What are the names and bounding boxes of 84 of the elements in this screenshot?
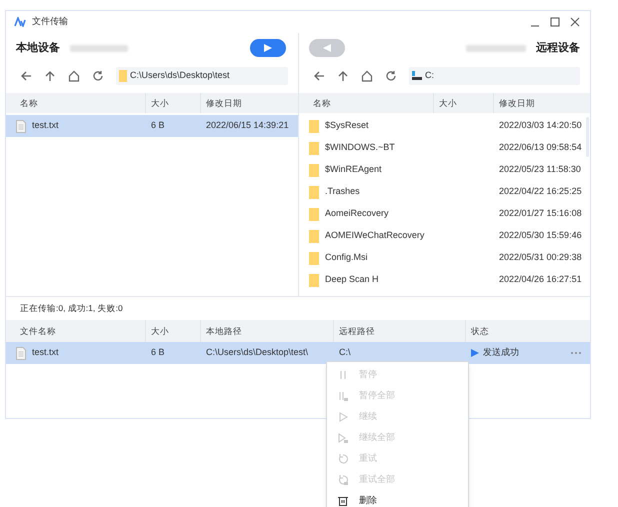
file-row[interactable]: AOMEIWeChatRecovery 2022/05/30 15:59:46 [299, 225, 585, 247]
play-icon [337, 410, 349, 422]
column-header[interactable]: 名称 [299, 93, 434, 113]
device-title: 远程设备 [536, 40, 580, 56]
file-name: Deep Scan H [325, 273, 379, 286]
file-row[interactable]: $SysReset 2022/03/03 14:20:50 [299, 115, 585, 137]
maximize-icon[interactable] [550, 17, 560, 27]
column-header[interactable]: 名称 [6, 93, 146, 113]
modified-date: 2022/05/31 00:29:38 [499, 252, 582, 262]
play-all-icon [337, 432, 349, 444]
file-row[interactable]: $WINDOWS.~BT 2022/06/13 09:58:54 [299, 137, 585, 159]
modified-date: 2022/01/27 15:16:08 [499, 208, 582, 218]
send-button[interactable] [250, 39, 286, 57]
column-header[interactable]: 状态 [466, 320, 590, 342]
menu-item[interactable]: 删除 [327, 490, 468, 507]
column-header[interactable]: 大小 [434, 93, 494, 113]
up-arrow-icon[interactable] [44, 70, 56, 82]
folder-icon [309, 274, 319, 286]
back-arrow-icon[interactable] [20, 70, 32, 82]
folder-icon [309, 208, 319, 220]
transfer-status: 发送成功 [483, 346, 519, 360]
device-title: 本地设备 [16, 40, 60, 56]
modified-date: 2022/05/23 11:58:30 [499, 164, 581, 174]
path-field[interactable]: C: [409, 67, 580, 85]
trash-icon [337, 494, 349, 506]
file-row[interactable]: AomeiRecovery 2022/01/27 15:16:08 [299, 203, 585, 225]
modified-date: 2022/03/03 14:20:50 [499, 120, 582, 130]
column-header[interactable]: 修改日期 [494, 93, 590, 113]
folder-icon [309, 186, 319, 198]
file-name: .Trashes [325, 185, 360, 198]
drive-icon [412, 71, 422, 81]
local-path: C:\Users\ds\Desktop\test\ [206, 347, 308, 358]
modified-date: 2022/04/22 16:25:25 [499, 186, 582, 196]
back-arrow-icon[interactable] [313, 70, 325, 82]
file-name: $WinREAgent [325, 163, 382, 176]
file-name: $SysReset [325, 119, 369, 132]
play-arrow-icon [471, 349, 479, 357]
folder-icon [309, 164, 319, 176]
folder-icon [309, 142, 319, 154]
file-row[interactable]: Config.Msi 2022/05/31 00:29:38 [299, 247, 585, 269]
file-size: 6 B [151, 347, 165, 358]
folder-icon [309, 230, 319, 242]
modified-date: 2022/05/30 15:59:46 [499, 230, 582, 240]
folder-icon [119, 70, 127, 82]
remote-path: C:\ [339, 347, 351, 358]
window-title: 文件传输 [32, 15, 68, 28]
transfer-row[interactable]: test.txt 6 B C:\Users\ds\Desktop\test\ C:\ 发送成功 [6, 342, 590, 364]
home-icon[interactable] [361, 70, 373, 82]
scrollbar-thumb[interactable] [586, 117, 589, 157]
close-icon[interactable] [570, 17, 580, 27]
transfer-summary: 正在传输:0, 成功:1, 失败:0 [20, 302, 123, 315]
refresh-icon[interactable] [92, 70, 104, 82]
column-header[interactable]: 修改日期 [201, 93, 298, 113]
blurred-device-name [70, 44, 128, 52]
file-row[interactable]: $WinREAgent 2022/05/23 11:58:30 [299, 159, 585, 181]
file-name: test.txt [32, 346, 59, 360]
pause-all-icon [337, 390, 349, 402]
path-field[interactable]: C:\Users\ds\Desktop\test [116, 67, 288, 85]
file-name: test.txt [32, 119, 59, 132]
modified-date: 2022/06/13 09:58:54 [499, 142, 582, 152]
folder-icon [309, 120, 319, 132]
file-name: AOMEIWeChatRecovery [325, 229, 424, 242]
file-name: AomeiRecovery [325, 207, 389, 220]
file-name: $WINDOWS.~BT [325, 141, 395, 154]
retry-all-icon [337, 474, 349, 486]
file-row[interactable]: test.txt 6 B 2022/06/15 14:39:21 [6, 115, 298, 137]
file-row[interactable]: Deep Scan H 2022/04/26 16:27:51 [299, 269, 585, 291]
file-name: Config.Msi [325, 251, 368, 264]
up-arrow-icon[interactable] [337, 70, 349, 82]
refresh-icon[interactable] [385, 70, 397, 82]
retry-icon [337, 452, 349, 464]
document-icon [16, 120, 26, 132]
home-icon[interactable] [68, 70, 80, 82]
left-arrow-icon [322, 43, 332, 53]
blurred-device-name [466, 44, 526, 52]
file-row[interactable]: .Trashes 2022/04/22 16:25:25 [299, 181, 585, 203]
modified-date: 2022/04/26 16:27:51 [499, 274, 582, 284]
file-size: 6 B [151, 120, 165, 130]
modified-date: 2022/06/15 14:39:21 [206, 120, 289, 130]
app-logo-icon [14, 17, 26, 27]
play-arrow-icon [263, 43, 273, 53]
folder-icon [309, 252, 319, 264]
column-header[interactable]: 大小 [146, 93, 201, 113]
document-icon [16, 346, 26, 360]
